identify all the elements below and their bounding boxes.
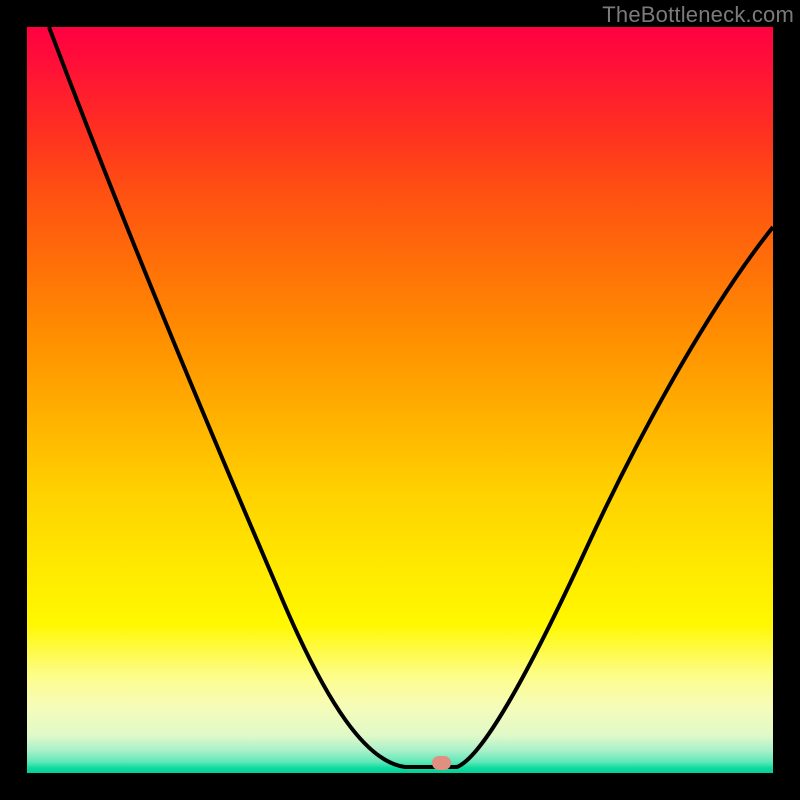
watermark-text: TheBottleneck.com <box>602 2 794 28</box>
plot-area <box>27 27 773 773</box>
bottleneck-curve <box>49 27 773 767</box>
chart-frame: TheBottleneck.com <box>0 0 800 800</box>
optimal-point-marker <box>432 756 451 770</box>
curve-layer <box>27 27 773 773</box>
